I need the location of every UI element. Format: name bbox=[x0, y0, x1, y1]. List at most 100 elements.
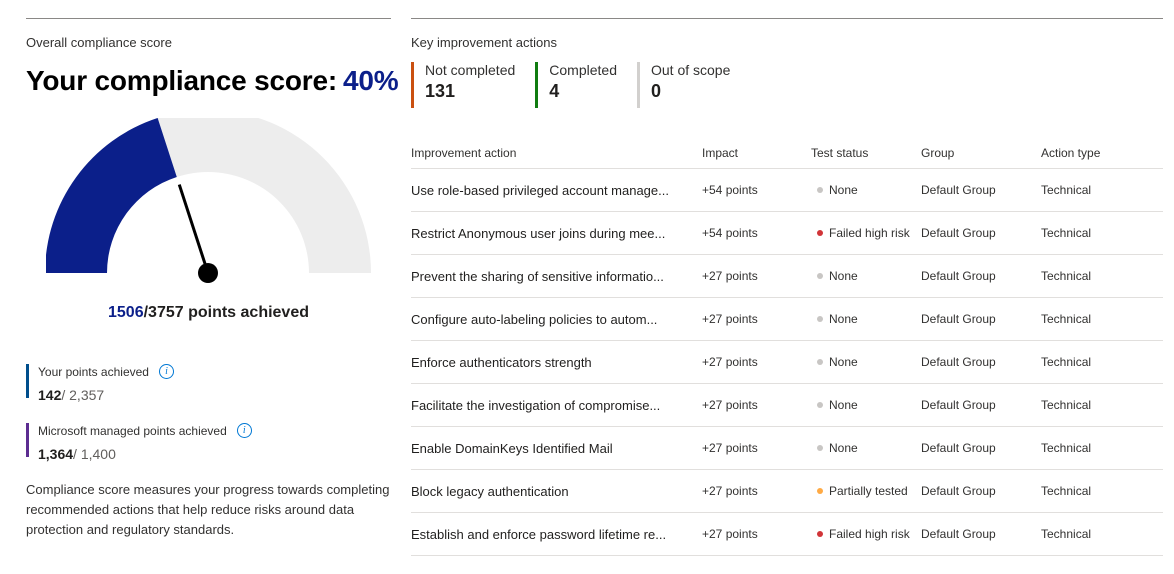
action-group: Default Group bbox=[921, 512, 1041, 556]
action-group: Default Group bbox=[921, 297, 1041, 341]
info-icon[interactable]: i bbox=[158, 364, 174, 379]
table-header-row: Improvement action Impact Test status Gr… bbox=[411, 138, 1163, 169]
action-impact: +27 points bbox=[702, 254, 811, 298]
status-dot-icon bbox=[817, 487, 823, 494]
score-label: Your compliance score: bbox=[26, 65, 337, 96]
status-text: None bbox=[829, 441, 858, 455]
points-total: /3757 points achieved bbox=[143, 304, 309, 321]
your-points-metric: Your points achieved i 142/ 2,357 bbox=[26, 364, 174, 403]
ms-points-metric: Microsoft managed points achieved i 1,364… bbox=[26, 423, 252, 462]
status-text: None bbox=[829, 398, 858, 412]
tile-completed[interactable]: Completed 4 bbox=[535, 62, 617, 108]
action-type: Technical bbox=[1041, 426, 1163, 470]
action-type: Technical bbox=[1041, 383, 1163, 427]
column-header-impact[interactable]: Impact bbox=[702, 138, 811, 169]
table-row[interactable]: Block legacy authentication +27 points Par… bbox=[411, 469, 1163, 513]
score-description: Compliance score measures your progress … bbox=[26, 482, 390, 537]
action-group: Default Group bbox=[921, 254, 1041, 298]
action-name[interactable]: Block legacy authentication bbox=[411, 469, 702, 513]
improvement-actions-panel: Key improvement actions Not completed 13… bbox=[411, 18, 1163, 556]
column-header-group[interactable]: Group bbox=[921, 138, 1041, 169]
action-name[interactable]: Restrict Anonymous user joins during mee… bbox=[411, 211, 702, 255]
tile-stripe bbox=[636, 62, 640, 108]
status-dot-icon bbox=[817, 444, 823, 451]
ms-points-total: / 1,400 bbox=[73, 446, 116, 462]
gauge-needle bbox=[177, 184, 210, 274]
action-type: Technical bbox=[1041, 512, 1163, 556]
tile-out-of-scope[interactable]: Out of scope 0 bbox=[636, 62, 730, 108]
column-header-action[interactable]: Improvement action bbox=[411, 138, 702, 169]
table-body: Use role-based privileged account manage… bbox=[411, 168, 1163, 556]
status-dot-icon bbox=[817, 401, 823, 408]
section-title: Key improvement actions bbox=[411, 35, 557, 50]
action-impact: +27 points bbox=[702, 297, 811, 341]
status-dot-icon bbox=[817, 530, 823, 537]
action-group: Default Group bbox=[921, 340, 1041, 384]
table-row[interactable]: Enforce authenticators strength +27 point… bbox=[411, 340, 1163, 384]
action-test-status: None bbox=[811, 426, 921, 470]
table-row[interactable]: Facilitate the investigation of compromi… bbox=[411, 383, 1163, 427]
action-test-status: Failed high risk bbox=[811, 512, 921, 556]
ms-points-label-row: Microsoft managed points achieved i bbox=[38, 423, 252, 438]
action-type: Technical bbox=[1041, 211, 1163, 255]
column-header-test-status[interactable]: Test status bbox=[811, 138, 921, 169]
table-row[interactable]: Use role-based privileged account manage… bbox=[411, 168, 1163, 212]
status-dot-icon bbox=[817, 315, 823, 322]
action-impact: +54 points bbox=[702, 211, 811, 255]
action-group: Default Group bbox=[921, 383, 1041, 427]
your-points-value: 142 bbox=[38, 387, 62, 403]
column-header-action-type[interactable]: Action type bbox=[1041, 138, 1163, 169]
ms-points-label: Microsoft managed points achieved bbox=[38, 423, 227, 438]
action-name[interactable]: Use role-based privileged account manage… bbox=[411, 168, 702, 212]
divider bbox=[26, 18, 391, 19]
status-text: None bbox=[829, 183, 858, 197]
ms-points-value: 1,364 bbox=[38, 446, 74, 462]
status-text: None bbox=[829, 355, 858, 369]
action-name[interactable]: Prevent the sharing of sensitive informa… bbox=[411, 254, 702, 298]
action-test-status: None bbox=[811, 168, 921, 212]
table-row[interactable]: Configure auto-labeling policies to auto… bbox=[411, 297, 1163, 341]
compliance-score-panel: Overall compliance score Your compliance… bbox=[26, 18, 399, 537]
action-type: Technical bbox=[1041, 254, 1163, 298]
your-points-bar bbox=[26, 364, 29, 398]
tile-not-completed[interactable]: Not completed 131 bbox=[411, 62, 515, 108]
divider bbox=[411, 18, 1163, 19]
action-type: Technical bbox=[1041, 340, 1163, 384]
points-achieved-summary: 1506/3757 points achieved bbox=[26, 304, 391, 322]
action-name[interactable]: Configure auto-labeling policies to auto… bbox=[411, 297, 702, 341]
info-icon[interactable]: i bbox=[236, 423, 252, 438]
action-test-status: None bbox=[811, 383, 921, 427]
status-text: Partially tested bbox=[829, 484, 908, 498]
tile-stripe bbox=[535, 62, 539, 108]
action-test-status: Partially tested bbox=[811, 469, 921, 513]
action-type: Technical bbox=[1041, 297, 1163, 341]
ms-points-value-row: 1,364/ 1,400 bbox=[38, 446, 252, 462]
tile-stripe bbox=[411, 62, 414, 108]
action-name[interactable]: Enforce authenticators strength bbox=[411, 340, 702, 384]
action-impact: +27 points bbox=[702, 383, 811, 427]
section-title: Overall compliance score bbox=[26, 35, 172, 50]
action-type: Technical bbox=[1041, 168, 1163, 212]
action-test-status: None bbox=[811, 297, 921, 341]
action-impact: +54 points bbox=[702, 168, 811, 212]
your-points-label-row: Your points achieved i bbox=[38, 364, 174, 379]
status-tiles: Not completed 131 Completed 4 Out of sco… bbox=[411, 62, 750, 108]
action-test-status: Failed high risk bbox=[811, 211, 921, 255]
tile-value: 4 bbox=[549, 81, 560, 101]
tile-value: 0 bbox=[650, 81, 661, 101]
table-row[interactable]: Restrict Anonymous user joins during mee… bbox=[411, 211, 1163, 255]
table-row[interactable]: Establish and enforce password lifetime … bbox=[411, 512, 1163, 556]
table-row[interactable]: Prevent the sharing of sensitive informa… bbox=[411, 254, 1163, 298]
action-name[interactable]: Facilitate the investigation of compromi… bbox=[411, 383, 702, 427]
status-dot-icon bbox=[817, 358, 823, 365]
table-row[interactable]: Enable DomainKeys Identified Mail +27 poi… bbox=[411, 426, 1163, 470]
status-text: Failed high risk bbox=[829, 226, 910, 240]
action-impact: +27 points bbox=[702, 340, 811, 384]
action-impact: +27 points bbox=[702, 426, 811, 470]
action-name[interactable]: Enable DomainKeys Identified Mail bbox=[411, 426, 702, 470]
action-test-status: None bbox=[811, 340, 921, 384]
action-name[interactable]: Establish and enforce password lifetime … bbox=[411, 512, 702, 556]
action-type: Technical bbox=[1041, 469, 1163, 513]
status-dot-icon bbox=[817, 272, 823, 279]
action-impact: +27 points bbox=[702, 469, 811, 513]
